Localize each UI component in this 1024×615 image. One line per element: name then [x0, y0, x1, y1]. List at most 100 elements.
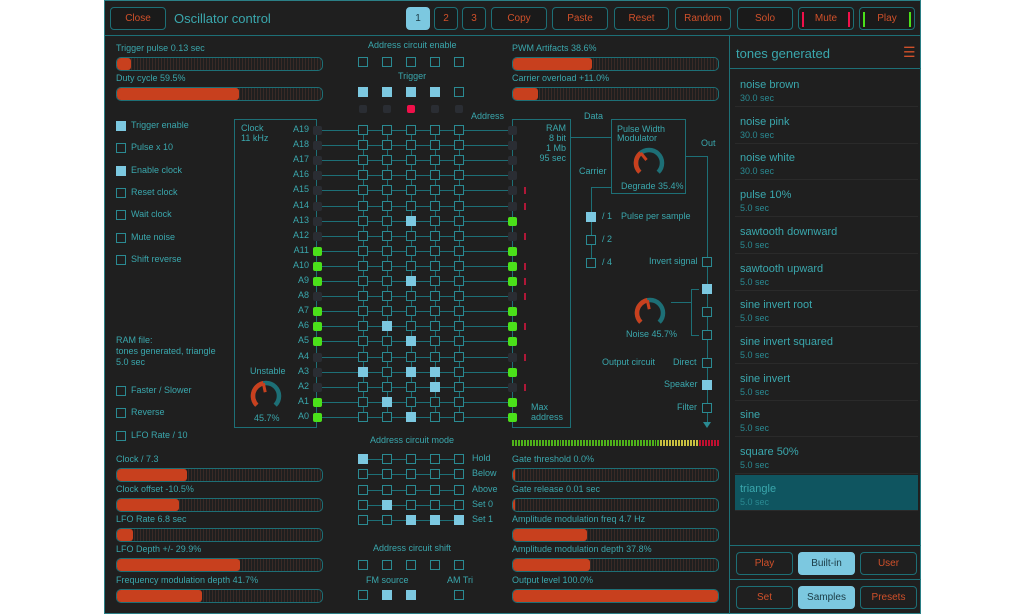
address-cell-checkbox[interactable] [454, 140, 464, 151]
address-mode-checkbox[interactable] [430, 484, 440, 495]
address-cell-checkbox[interactable] [382, 170, 392, 181]
address-cell-checkbox[interactable] [406, 396, 416, 407]
address-cell-checkbox[interactable] [382, 366, 392, 377]
tone-list-item[interactable]: noise pink 30.0 sec [735, 108, 918, 144]
address-cell-checkbox[interactable] [454, 291, 464, 302]
address-cell-checkbox[interactable] [454, 336, 464, 347]
address-cell-checkbox[interactable] [382, 155, 392, 166]
samples-button[interactable]: Samples [798, 586, 855, 609]
option-checkbox[interactable] [116, 121, 126, 131]
address-cell-checkbox[interactable] [406, 185, 416, 196]
address-cell-checkbox[interactable] [406, 291, 416, 302]
degrade-knob[interactable] [631, 145, 667, 181]
address-cell-checkbox[interactable] [358, 321, 368, 332]
am-depth-slider[interactable] [512, 558, 719, 572]
address-cell-checkbox[interactable] [382, 260, 392, 271]
ram-option-checkbox[interactable] [116, 408, 126, 418]
address-mode-checkbox[interactable] [358, 469, 368, 480]
address-enable-checkbox[interactable] [430, 57, 440, 67]
address-cell-checkbox[interactable] [406, 411, 416, 422]
ram-option-checkbox[interactable] [116, 386, 126, 396]
lfo-rate-slider[interactable] [116, 528, 323, 542]
carrier-divider-checkbox[interactable] [586, 258, 596, 268]
address-cell-checkbox[interactable] [454, 321, 464, 332]
address-cell-checkbox[interactable] [406, 381, 416, 392]
address-cell-checkbox[interactable] [454, 125, 464, 135]
address-mode-checkbox[interactable] [454, 469, 464, 480]
fm-source-checkbox[interactable] [406, 590, 416, 600]
address-cell-checkbox[interactable] [358, 306, 368, 317]
address-cell-checkbox[interactable] [382, 230, 392, 241]
address-mode-checkbox[interactable] [406, 499, 416, 510]
address-cell-checkbox[interactable] [358, 170, 368, 181]
address-shift-checkbox[interactable] [430, 560, 440, 570]
invert-signal-checkbox[interactable] [702, 257, 712, 267]
address-enable-checkbox[interactable] [406, 57, 416, 67]
noise-knob[interactable] [632, 295, 668, 331]
output-checkbox[interactable] [702, 403, 712, 413]
am-freq-slider[interactable] [512, 528, 719, 542]
address-mode-checkbox[interactable] [382, 454, 392, 464]
address-cell-checkbox[interactable] [454, 411, 464, 422]
fm-source-checkbox[interactable] [358, 590, 368, 600]
address-cell-checkbox[interactable] [454, 260, 464, 271]
address-cell-checkbox[interactable] [430, 200, 440, 211]
address-cell-checkbox[interactable] [382, 140, 392, 151]
ram-option-checkbox[interactable] [116, 431, 126, 441]
trigger-checkbox[interactable] [358, 87, 368, 97]
gate-release-slider[interactable] [512, 498, 719, 512]
address-mode-checkbox[interactable] [358, 499, 368, 510]
set-button[interactable]: Set [736, 586, 793, 609]
address-cell-checkbox[interactable] [430, 185, 440, 196]
address-cell-checkbox[interactable] [430, 381, 440, 392]
address-cell-checkbox[interactable] [358, 411, 368, 422]
address-cell-checkbox[interactable] [454, 381, 464, 392]
address-mode-checkbox[interactable] [430, 515, 440, 526]
play-button[interactable]: Play [859, 7, 915, 30]
address-cell-checkbox[interactable] [382, 321, 392, 332]
address-cell-checkbox[interactable] [430, 336, 440, 347]
address-cell-checkbox[interactable] [406, 351, 416, 362]
tone-list-item[interactable]: sine invert 5.0 sec [735, 365, 918, 401]
output-checkbox[interactable] [702, 380, 712, 390]
tone-list-item[interactable]: sine 5.0 sec [735, 401, 918, 438]
address-mode-checkbox[interactable] [406, 484, 416, 495]
address-mode-checkbox[interactable] [454, 484, 464, 495]
address-enable-checkbox[interactable] [454, 57, 464, 67]
address-mode-checkbox[interactable] [358, 515, 368, 526]
address-cell-checkbox[interactable] [406, 230, 416, 241]
trigger-pulse-slider[interactable] [116, 57, 323, 71]
address-shift-checkbox[interactable] [358, 560, 368, 570]
address-mode-checkbox[interactable] [358, 484, 368, 495]
address-cell-checkbox[interactable] [358, 260, 368, 271]
tone-list-item[interactable]: pulse 10% 5.0 sec [735, 181, 918, 218]
tone-list-item[interactable]: triangle 5.0 sec [735, 474, 918, 511]
address-cell-checkbox[interactable] [454, 155, 464, 166]
address-cell-checkbox[interactable] [454, 276, 464, 286]
address-cell-checkbox[interactable] [430, 396, 440, 407]
noise-route-checkbox[interactable] [702, 307, 712, 317]
address-cell-checkbox[interactable] [454, 230, 464, 241]
address-cell-checkbox[interactable] [358, 276, 368, 286]
address-cell-checkbox[interactable] [454, 170, 464, 181]
address-shift-checkbox[interactable] [382, 560, 392, 570]
address-mode-checkbox[interactable] [454, 515, 464, 526]
address-cell-checkbox[interactable] [358, 291, 368, 302]
noise-route-checkbox[interactable] [702, 284, 712, 294]
address-cell-checkbox[interactable] [430, 351, 440, 362]
address-cell-checkbox[interactable] [358, 200, 368, 211]
address-cell-checkbox[interactable] [358, 396, 368, 407]
address-cell-checkbox[interactable] [430, 140, 440, 151]
address-cell-checkbox[interactable] [406, 200, 416, 211]
trigger-checkbox[interactable] [430, 87, 440, 97]
address-enable-checkbox[interactable] [382, 57, 392, 67]
address-mode-checkbox[interactable] [454, 454, 464, 464]
tone-list-item[interactable]: sawtooth downward 5.0 sec [735, 218, 918, 254]
address-cell-checkbox[interactable] [406, 170, 416, 181]
solo-button[interactable]: Solo [737, 7, 793, 30]
option-checkbox[interactable] [116, 143, 126, 153]
address-cell-checkbox[interactable] [382, 125, 392, 135]
address-mode-checkbox[interactable] [382, 484, 392, 495]
address-mode-checkbox[interactable] [382, 469, 392, 480]
address-cell-checkbox[interactable] [454, 245, 464, 256]
